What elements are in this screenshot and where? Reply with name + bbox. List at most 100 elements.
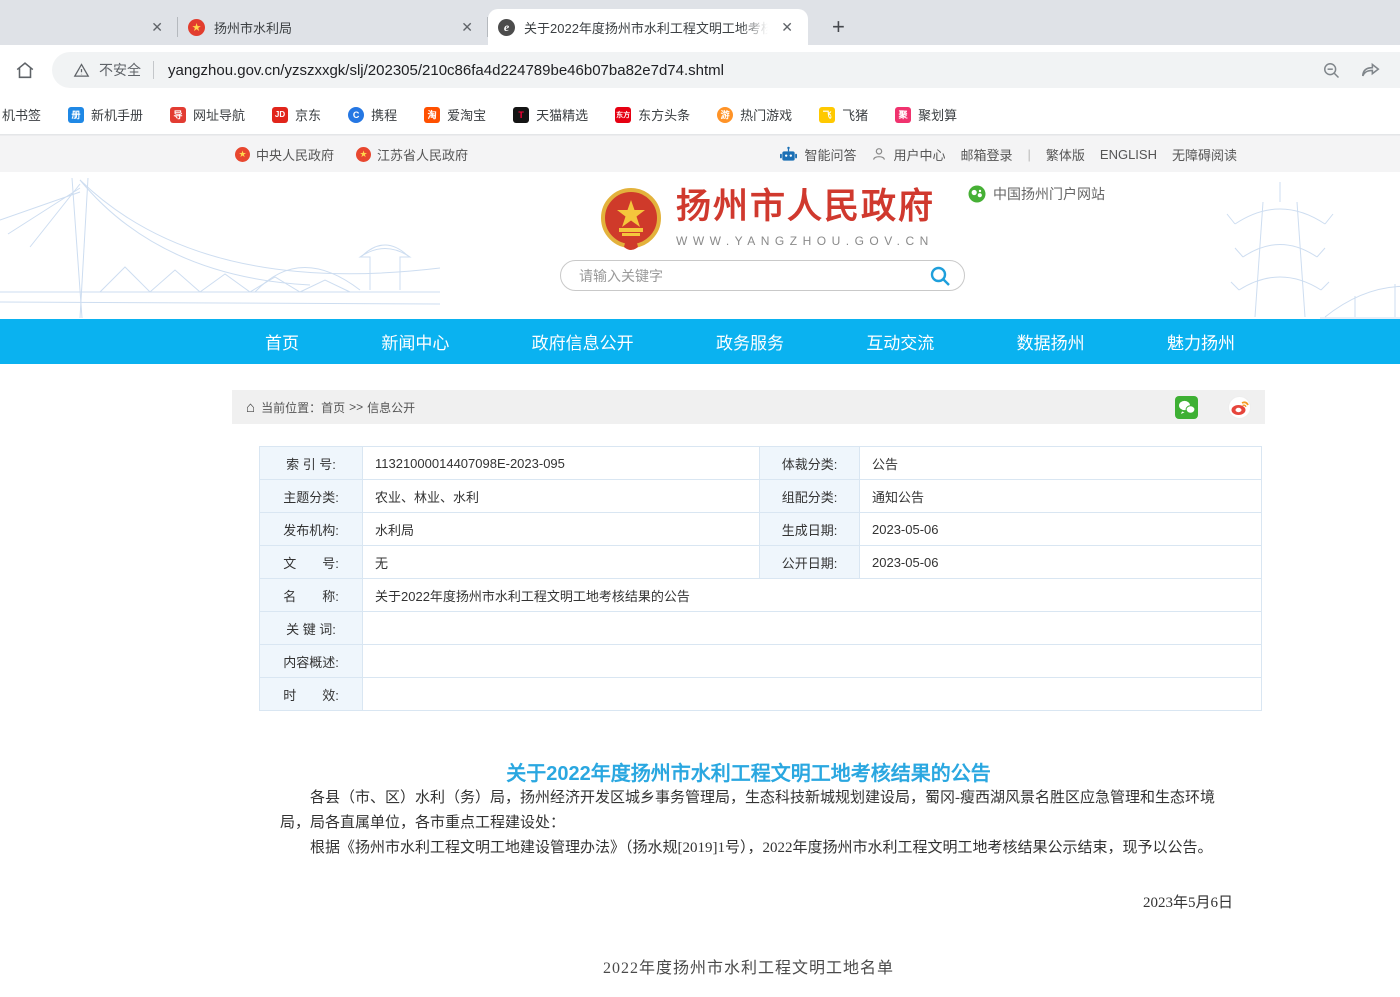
tab-title: 扬州市水利局 (214, 18, 448, 37)
accessibility-link[interactable]: 无障碍阅读 (1172, 145, 1237, 164)
tab-shuiliju[interactable]: ★ 扬州市水利局 ✕ (178, 9, 488, 45)
meta-value: 公告 (860, 447, 1262, 480)
breadcrumb-home-link[interactable]: 首页 (321, 399, 345, 416)
bookmark-games[interactable]: 游 热门游戏 (717, 105, 792, 124)
site-name: 扬州市人民政府 (676, 187, 935, 227)
table-row: 发布机构: 水利局 生成日期: 2023-05-06 (260, 513, 1262, 546)
search-input[interactable] (579, 268, 928, 284)
nav-interaction[interactable]: 互动交流 (866, 329, 934, 354)
divider (153, 61, 154, 79)
new-tab-button[interactable]: + (824, 14, 853, 40)
table-row: 主题分类: 农业、林业、水利 组配分类: 通知公告 (260, 480, 1262, 513)
bookmark-manual[interactable]: 册 新机手册 (68, 105, 143, 124)
smart-qa-link[interactable]: 智能问答 (779, 145, 856, 164)
pagoda-line-art (1135, 172, 1400, 319)
close-tab-icon[interactable]: ✕ (146, 17, 168, 38)
table-row: 时 效: (260, 678, 1262, 711)
table-row: 内容概述: (260, 645, 1262, 678)
table-row: 关 键 词: (260, 612, 1262, 645)
bookmark-juhuasuan[interactable]: 聚 聚划算 (895, 105, 957, 124)
breadcrumb: ⌂ 当前位置： 首页 >> 信息公开 (232, 390, 1265, 424)
national-emblem-logo (600, 187, 662, 253)
bridge-line-art (0, 172, 440, 319)
wechat-share-icon[interactable] (1175, 396, 1198, 419)
bookmark-icon: 淘 (424, 107, 440, 123)
table-row: 索 引 号: 11321000014407098E-2023-095 体裁分类:… (260, 447, 1262, 480)
address-bar-row: 不安全 yangzhou.gov.cn/yzszxxgk/slj/202305/… (0, 45, 1400, 95)
security-label: 不安全 (99, 60, 141, 80)
bookmark-phone-marks[interactable]: 机书签 (2, 105, 41, 124)
divider: | (1028, 147, 1031, 162)
meta-label: 体裁分类: (760, 447, 860, 480)
traditional-chinese-link[interactable]: 繁体版 (1046, 145, 1085, 164)
attachment-list-title: 2022年度扬州市水利工程文明工地名单 (232, 954, 1265, 978)
nav-gov-info-disclosure[interactable]: 政府信息公开 (532, 329, 634, 354)
bookmark-ctrip[interactable]: C 携程 (348, 105, 397, 124)
meta-value (363, 645, 1262, 678)
meta-value: 无 (363, 546, 760, 579)
meta-value: 2023-05-06 (860, 546, 1262, 579)
meta-value (363, 612, 1262, 645)
bookmark-nav-site[interactable]: 导 网址导航 (170, 105, 245, 124)
gov-top-bar: ★ 中央人民政府 ★ 江苏省人民政府 (0, 135, 1400, 172)
site-search (560, 260, 965, 291)
national-emblem-icon: ★ (356, 147, 371, 162)
content-area: ⌂ 当前位置： 首页 >> 信息公开 (232, 364, 1265, 978)
wechat-globe-icon (968, 185, 986, 203)
bookmark-icon: 导 (170, 107, 186, 123)
url-field[interactable]: 不安全 yangzhou.gov.cn/yzszxxgk/slj/202305/… (52, 52, 1400, 88)
meta-value: 通知公告 (860, 480, 1262, 513)
link-jiangsu-government[interactable]: ★ 江苏省人民政府 (356, 145, 468, 164)
tab-strip: ✕ ★ 扬州市水利局 ✕ e 关于2022年度扬州市水利工程文明工地考核结果的公… (0, 0, 1400, 45)
bookmark-eastday[interactable]: 东方 东方头条 (615, 105, 690, 124)
user-center-link[interactable]: 用户中心 (871, 145, 945, 164)
robot-icon (779, 146, 798, 163)
article-paragraph: 根据《扬州市水利工程文明工地建设管理办法》（扬水规[2019]1号），2022年… (280, 836, 1217, 861)
bookmark-taobao[interactable]: 淘 爱淘宝 (424, 105, 486, 124)
meta-value: 关于2022年度扬州市水利工程文明工地考核结果的公告 (363, 579, 1262, 612)
meta-label: 时 效: (260, 678, 363, 711)
meta-value: 农业、林业、水利 (363, 480, 760, 513)
search-icon[interactable] (928, 264, 952, 288)
tab-title: 关于2022年度扬州市水利工程文明工地考核结果的公告 (524, 18, 768, 37)
nav-data-yangzhou[interactable]: 数据扬州 (1017, 329, 1085, 354)
bookmark-icon: T (513, 107, 529, 123)
link-central-government[interactable]: ★ 中央人民政府 (235, 145, 334, 164)
tab-cutoff[interactable]: ✕ (0, 9, 178, 45)
site-favicon: e (498, 19, 515, 36)
site-banner: 扬州市人民政府 WWW.YANGZHOU.GOV.CN 中国扬州门户网站 (0, 172, 1400, 319)
bookmark-icon: 聚 (895, 107, 911, 123)
browser-chrome: ✕ ★ 扬州市水利局 ✕ e 关于2022年度扬州市水利工程文明工地考核结果的公… (0, 0, 1400, 135)
portal-label[interactable]: 中国扬州门户网站 (968, 184, 1105, 204)
weibo-share-icon[interactable] (1228, 396, 1251, 419)
article-body: 各县（市、区）水利（务）局，扬州经济开发区城乡事务管理局，生态科技新城规划建设局… (232, 786, 1265, 861)
nav-news-center[interactable]: 新闻中心 (381, 329, 449, 354)
nav-home[interactable]: 首页 (265, 329, 299, 354)
bookmark-fliggy[interactable]: 飞 飞猪 (819, 105, 868, 124)
share-icon[interactable] (1360, 59, 1382, 81)
nav-gov-services[interactable]: 政务服务 (716, 329, 784, 354)
home-icon: ⌂ (246, 399, 255, 416)
close-tab-icon[interactable]: ✕ (776, 17, 798, 38)
bookmark-tmall[interactable]: T 天猫精选 (513, 105, 588, 124)
close-tab-icon[interactable]: ✕ (456, 17, 478, 38)
not-secure-warning-icon[interactable] (70, 59, 92, 81)
breadcrumb-current-link[interactable]: 信息公开 (367, 399, 415, 416)
english-link[interactable]: ENGLISH (1100, 147, 1157, 162)
nav-charm-yangzhou[interactable]: 魅力扬州 (1167, 329, 1235, 354)
meta-label: 索 引 号: (260, 447, 363, 480)
main-navigation: 首页 新闻中心 政府信息公开 政务服务 互动交流 数据扬州 魅力扬州 (0, 319, 1400, 364)
tab-active-announcement[interactable]: e 关于2022年度扬州市水利工程文明工地考核结果的公告 ✕ (488, 9, 808, 45)
meta-label: 公开日期: (760, 546, 860, 579)
webpage: ★ 中央人民政府 ★ 江苏省人民政府 (0, 135, 1400, 978)
bookmark-icon: 飞 (819, 107, 835, 123)
bookmark-icon: JD (272, 107, 288, 123)
meta-label: 组配分类: (760, 480, 860, 513)
user-icon (871, 146, 887, 162)
meta-label: 生成日期: (760, 513, 860, 546)
zoom-out-icon[interactable] (1320, 59, 1342, 81)
mail-login-link[interactable]: 邮箱登录 (960, 145, 1012, 164)
document-meta-table: 索 引 号: 11321000014407098E-2023-095 体裁分类:… (259, 446, 1262, 711)
bookmark-jd[interactable]: JD 京东 (272, 105, 321, 124)
home-icon[interactable] (14, 59, 36, 81)
